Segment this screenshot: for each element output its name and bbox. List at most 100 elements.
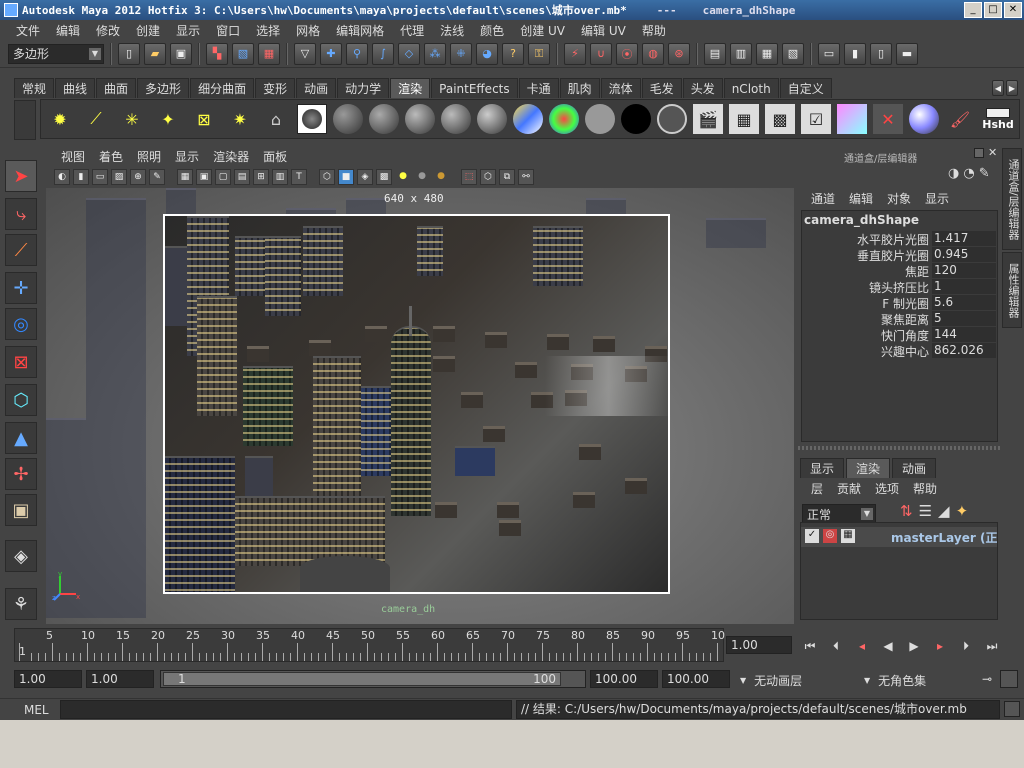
film-gate-icon[interactable]: ▣ xyxy=(196,169,212,185)
open-scene-icon[interactable]: ▰ xyxy=(144,42,166,65)
paint-brush-icon[interactable]: 🖌 xyxy=(945,104,975,134)
show-toolsettings-icon[interactable]: ▬ xyxy=(896,42,918,65)
filter-icon[interactable]: ▽ xyxy=(294,42,316,65)
render-layer-icon[interactable]: ✕ xyxy=(873,104,903,134)
input-line-icon[interactable]: ▭ xyxy=(818,42,840,65)
camera-attributes-icon[interactable]: ▮ xyxy=(73,169,89,185)
attribute-row[interactable]: F 制光圈 5.6 xyxy=(802,295,999,311)
range-slider[interactable]: 1 100 xyxy=(160,670,586,688)
textured-icon[interactable]: ▩ xyxy=(376,169,392,185)
shelf-tab[interactable]: 自定义 xyxy=(779,78,832,98)
menu-item[interactable]: 创建 xyxy=(128,22,168,39)
gate-mask-icon[interactable]: ▤ xyxy=(234,169,250,185)
shelf-tab[interactable]: 细分曲面 xyxy=(190,78,255,98)
attribute-row[interactable]: 垂直胶片光圈 0.945 xyxy=(802,247,999,263)
step-back-icon[interactable]: ⏴ xyxy=(826,636,846,656)
lambert-sphere-icon[interactable] xyxy=(333,104,363,134)
render-settings-icon[interactable]: ▧ xyxy=(782,42,804,65)
shelf-tab[interactable]: 常规 xyxy=(14,78,55,98)
attribute-row[interactable]: 镜头挤压比 1 xyxy=(802,279,999,295)
command-language-label[interactable]: MEL xyxy=(24,703,49,717)
layer-row[interactable]: ✓ ◎ ▦ masterLayer (正常 xyxy=(801,527,997,547)
shelf-options-handle[interactable] xyxy=(14,100,36,140)
shelf-tab[interactable]: 动画 xyxy=(296,78,337,98)
time-slider[interactable]: 1 5 10 15 20 25 30 35 40 45 50 55 60 65 70 75 80 85 90 95 10 xyxy=(14,628,725,662)
panel-menu-item[interactable]: 显示 xyxy=(168,148,206,165)
menu-item[interactable]: 显示 xyxy=(168,22,208,39)
layer-menu-item[interactable]: 贡献 xyxy=(830,480,868,497)
channelbox-menu-item[interactable]: 通道 xyxy=(804,190,842,207)
select-hierarchy-icon[interactable]: ▚ xyxy=(206,42,228,65)
select-component-icon[interactable]: ▦ xyxy=(258,42,280,65)
hshd-button[interactable]: Hshd xyxy=(981,104,1015,134)
resolution-gate-icon[interactable]: ▢ xyxy=(215,169,231,185)
layer-visible-icon[interactable]: ✓ xyxy=(805,529,819,543)
show-manipulator-icon[interactable]: ▣ xyxy=(5,494,37,526)
make-live-icon[interactable]: ⊛ xyxy=(668,42,690,65)
shelf-tab[interactable]: 曲线 xyxy=(55,78,96,98)
isolate-select-icon[interactable]: ⬚ xyxy=(461,169,477,185)
menu-item[interactable]: 网格 xyxy=(288,22,328,39)
select-deformations-icon[interactable]: ⁂ xyxy=(424,42,446,65)
grid-icon[interactable]: ▦ xyxy=(177,169,193,185)
menu-item[interactable]: 选择 xyxy=(248,22,288,39)
layer-tab[interactable]: 显示 xyxy=(800,458,845,478)
select-joints-icon[interactable]: ⚲ xyxy=(346,42,368,65)
hypershade-icon[interactable] xyxy=(837,104,867,134)
render-settings-shelf-icon[interactable]: ☑ xyxy=(801,104,831,134)
snap-grid-icon[interactable]: ⚡ xyxy=(564,42,586,65)
xray-components-icon[interactable]: ⚯ xyxy=(518,169,534,185)
select-surfaces-icon[interactable]: ◇ xyxy=(398,42,420,65)
clapper-ipr-icon[interactable]: ▦ xyxy=(729,104,759,134)
select-misc-icon[interactable]: ? xyxy=(502,42,524,65)
layer-menu-item[interactable]: 帮助 xyxy=(906,480,944,497)
select-tool-icon[interactable]: ➤ xyxy=(5,160,37,192)
ramp-sphere-icon[interactable] xyxy=(513,104,543,134)
multi-sphere-icon[interactable] xyxy=(909,104,939,134)
shelf-tab[interactable]: nCloth xyxy=(723,78,779,98)
shelf-tab[interactable]: 多边形 xyxy=(137,78,190,98)
start-time-field[interactable]: 1.00 xyxy=(14,670,82,688)
attribute-row[interactable]: 兴趣中心 862.026 xyxy=(802,343,999,359)
rotate-tool-icon[interactable]: ◎ xyxy=(5,308,37,340)
attribute-value[interactable]: 144 xyxy=(932,327,996,342)
menu-item[interactable]: 编辑 UV xyxy=(573,22,634,39)
maximize-button[interactable]: □ xyxy=(984,2,1002,18)
shelf-tab[interactable]: 流体 xyxy=(600,78,641,98)
shelf-tab[interactable]: PaintEffects xyxy=(431,78,518,98)
show-channelbox-icon[interactable]: ▮ xyxy=(844,42,866,65)
attribute-row[interactable]: 水平胶片光圈 1.417 xyxy=(802,231,999,247)
channelbox-close-button[interactable]: ✕ xyxy=(988,146,997,159)
preferences-icon[interactable] xyxy=(1000,670,1018,688)
soft-mod-tool-icon[interactable]: ▲ xyxy=(5,422,37,454)
panel-menu-item[interactable]: 照明 xyxy=(130,148,168,165)
attribute-row[interactable]: 快门角度 144 xyxy=(802,327,999,343)
spot-light-icon[interactable]: ✦ xyxy=(153,104,183,134)
step-forward-icon[interactable]: ⏵ xyxy=(956,636,976,656)
play-backwards-icon[interactable]: ◀ xyxy=(878,636,898,656)
wireframe-on-shaded-icon[interactable]: ◈ xyxy=(357,169,373,185)
surface-shader-icon[interactable] xyxy=(585,104,615,134)
new-layer-from-selection-icon[interactable]: ✦ xyxy=(956,502,969,520)
scale-tool-icon[interactable]: ⊠ xyxy=(5,346,37,378)
phong-sphere-icon[interactable] xyxy=(405,104,435,134)
use-all-lights-icon[interactable]: ● xyxy=(395,169,411,185)
lasso-tool-icon[interactable]: ⤷ xyxy=(5,198,37,230)
select-curves-icon[interactable]: ∫ xyxy=(372,42,394,65)
attribute-value[interactable]: 862.026 xyxy=(932,343,996,358)
wireframe-icon[interactable]: ⬡ xyxy=(319,169,335,185)
channelbox-float-button[interactable] xyxy=(974,148,984,158)
clapper-batch-icon[interactable]: ▩ xyxy=(765,104,795,134)
point-light-icon[interactable]: ✳ xyxy=(117,104,147,134)
close-button[interactable]: ✕ xyxy=(1004,2,1022,18)
clapper-render-icon[interactable]: 🎬 xyxy=(693,104,723,134)
render-view-icon[interactable] xyxy=(297,104,327,134)
volume-light-icon[interactable]: ✷ xyxy=(225,104,255,134)
snap-curve-icon[interactable]: ∪ xyxy=(590,42,612,65)
end-time-field[interactable]: 100.00 xyxy=(662,670,730,688)
auto-key-icon[interactable]: ⊸ xyxy=(982,672,992,686)
snap-plane-icon[interactable]: ◍ xyxy=(642,42,664,65)
range-slider-handle[interactable]: 1 100 xyxy=(163,672,561,686)
shelf-tab[interactable]: 卡通 xyxy=(518,78,559,98)
shelf-tab[interactable]: 肌肉 xyxy=(559,78,600,98)
